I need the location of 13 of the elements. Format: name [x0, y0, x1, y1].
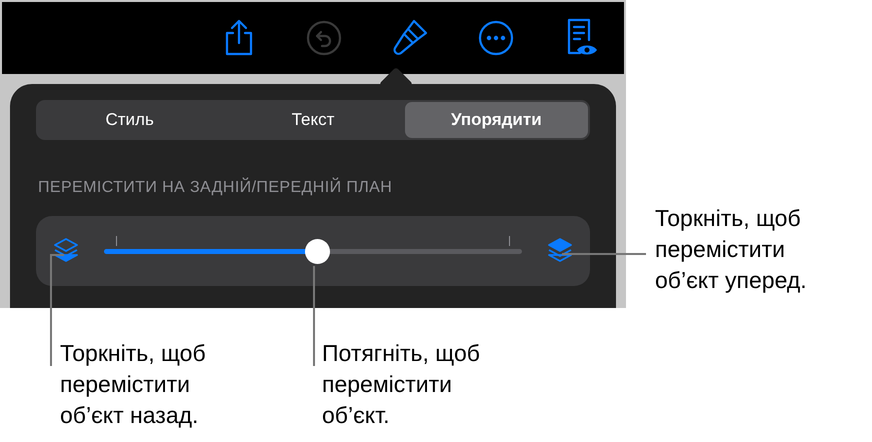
callout-text: Торкніть, щоб перемістити об’єкт назад.: [60, 339, 206, 430]
callout-text: Торкніть, щоб перемістити об’єкт уперед.: [655, 204, 807, 295]
segment-tab[interactable]: Текст: [221, 102, 405, 138]
undo-icon: [306, 20, 342, 56]
slider-track[interactable]: [104, 249, 522, 254]
section-title: ПЕРЕМІСТИТИ НА ЗАДНІЙ/ПЕРЕДНІЙ ПЛАН: [38, 176, 394, 198]
tick-mark: [509, 236, 510, 246]
slider-thumb[interactable]: [305, 239, 330, 264]
tick-mark: [116, 236, 117, 246]
segment-tab[interactable]: Стиль: [38, 102, 222, 138]
callout-text: Потягніть, щоб перемістити об’єкт.: [322, 339, 480, 430]
ellipsis-circle-icon: [478, 20, 514, 56]
segment-tab[interactable]: Упорядити: [404, 102, 588, 138]
